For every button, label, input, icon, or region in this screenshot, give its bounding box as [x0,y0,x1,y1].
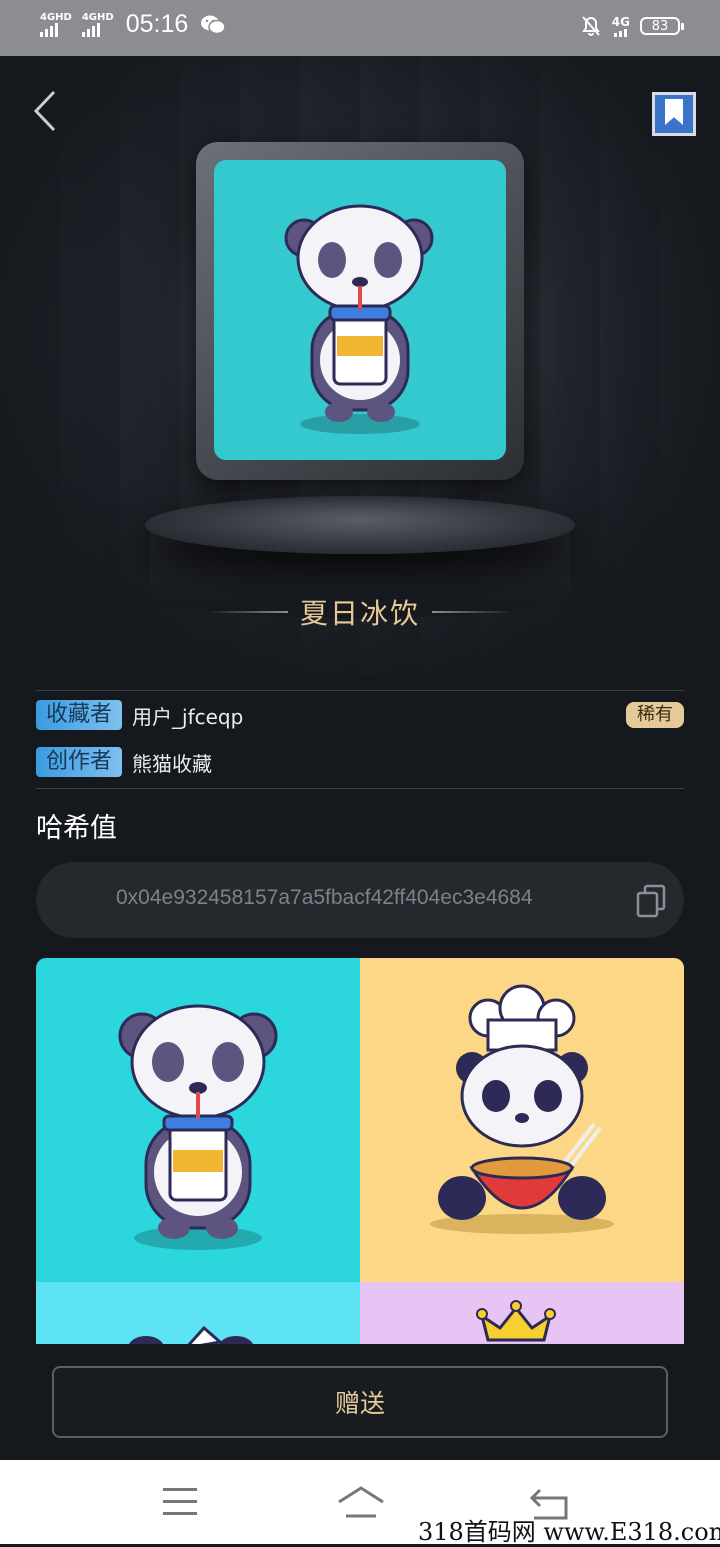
nft-image [214,160,506,460]
signal-bars-icon [81,22,100,37]
rarity-badge: 稀有 [626,702,684,728]
crown-icon [476,1300,556,1342]
clock: 05:16 [125,10,189,38]
grid-item-4[interactable] [360,1282,684,1344]
panda-chef-illustration [430,984,614,1234]
battery-level: 83 [651,18,669,34]
hash-field: 0x04e932458157a7a5fbacf42ff404ec3e4684 [36,862,684,938]
ornament-left [207,611,288,613]
panda-partial-illustration [129,1325,253,1344]
nft-title: 夏日冰饮 [299,597,420,630]
panda-drink-illustration [284,204,434,434]
divider [36,690,684,691]
collector-value: 用户_jfceqp [132,704,244,729]
collection-grid [36,958,684,1344]
signal-label: 4GHD [40,11,72,23]
send-button[interactable]: 赠送 [52,1366,668,1438]
home-icon[interactable] [336,1482,386,1522]
signal-2: 4GHD [81,11,114,37]
grid-item-3[interactable] [36,1282,360,1344]
nft-title-row: 夏日冰饮 [0,592,720,632]
pedestal-top [145,496,575,554]
panda-drink-illustration [118,1004,278,1250]
signal-bars-icon [40,22,58,37]
back-icon[interactable] [30,88,60,134]
collector-row: 收藏者 用户_jfceqp [36,699,243,731]
network-indicator: 4G [612,15,630,37]
mute-icon [581,16,600,36]
ornament-right [432,611,512,613]
wechat-icon [201,15,226,34]
divider [36,788,684,789]
menu-icon[interactable] [163,1488,197,1516]
signal-label: 4GHD [81,11,114,23]
creator-row: 创作者 熊猫收藏 [36,746,212,778]
grid-item-drink[interactable] [36,958,360,1282]
hash-value: 0x04e932458157a7a5fbacf42ff404ec3e4684 [116,886,533,909]
battery-icon: 83 [640,17,684,35]
bookmark-icon[interactable] [652,92,696,136]
creator-value: 熊猫收藏 [132,751,213,776]
collector-tag: 收藏者 [36,700,123,730]
network-label: 4G [611,15,630,29]
watermark: 318首码网 www.E318.com [418,1518,720,1546]
nft-frame [196,142,524,480]
grid-item-chef[interactable] [360,958,684,1282]
copy-icon[interactable] [636,884,666,918]
hash-label: 哈希值 [36,813,117,844]
status-bar: 4GHD 4GHD 05:16 4G 83 [0,0,720,56]
signal-1: 4GHD [40,11,72,37]
creator-tag: 创作者 [36,747,123,777]
